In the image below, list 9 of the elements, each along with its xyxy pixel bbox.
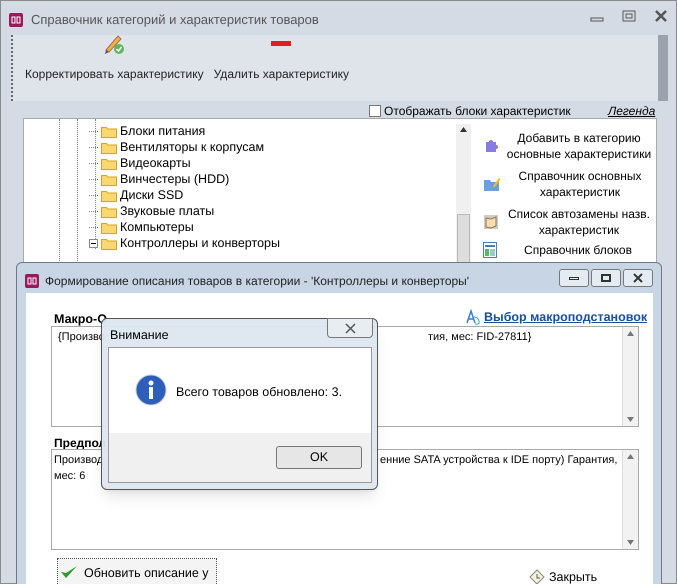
dialog-message: Всего товаров обновлено: 3.	[176, 384, 342, 401]
checkbox-label: Отображать блоки характеристик	[384, 103, 571, 120]
text-line: енние SATA устройства к IDE порту) Гарантия,	[380, 453, 618, 468]
text-line: тия, мес: FID-27811}	[428, 330, 532, 345]
text-line: мес: 6	[54, 469, 86, 484]
window-title: Справочник категорий и характеристик товаров	[31, 11, 319, 29]
dialog-title: Внимание	[110, 327, 169, 344]
window-title: Формирование описания товаров в категории - 'Контроллеры и конверторы'	[45, 273, 470, 290]
section-label: Макро-О	[54, 311, 107, 328]
